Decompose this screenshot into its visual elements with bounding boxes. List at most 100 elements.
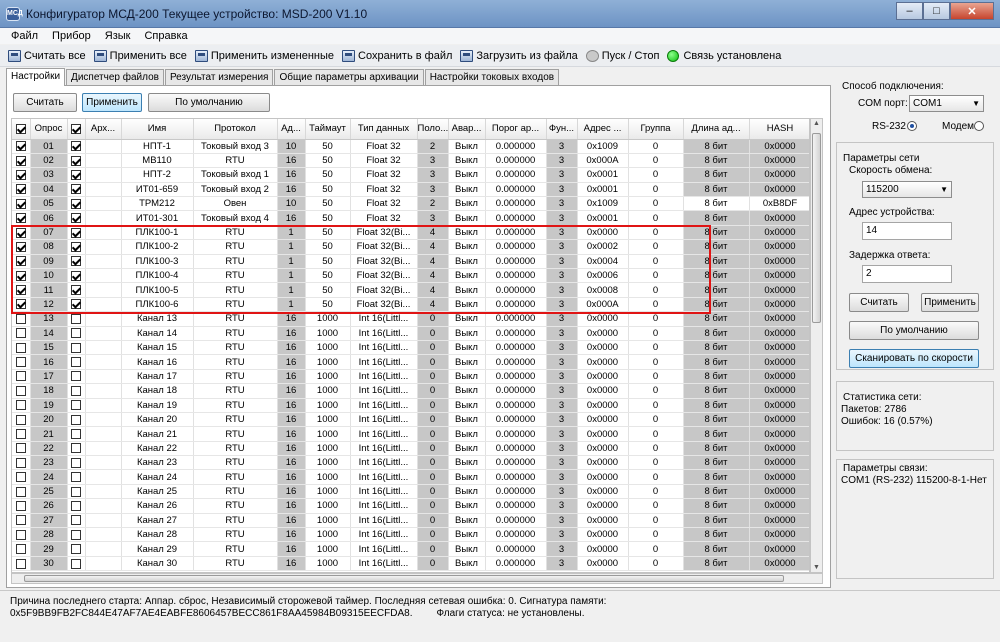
archive-checkbox[interactable] (71, 414, 81, 425)
address-cell[interactable]: 1 (277, 254, 306, 270)
header-name[interactable]: Имя (121, 119, 194, 140)
poll-cell[interactable] (12, 282, 31, 298)
poll-checkbox[interactable] (15, 529, 26, 540)
timeout-cell[interactable]: 50 (305, 196, 351, 212)
data-type-cell[interactable]: Int 16(Littl... (350, 498, 418, 514)
timeout-cell[interactable]: 1000 (305, 541, 351, 557)
archive-cell[interactable] (67, 196, 86, 212)
group-cell[interactable]: 0 (628, 541, 684, 557)
poll-cell[interactable] (12, 469, 31, 485)
address-length-cell[interactable]: 8 бит (683, 513, 750, 529)
table-row[interactable]: 02 МВ110 RTU 16 50 Float 32 3 Выкл 0.000000 3 0x00… (12, 153, 809, 169)
position-cell[interactable]: 3 (417, 167, 449, 183)
protocol-cell[interactable]: RTU (193, 398, 278, 413)
archive-checkbox[interactable] (71, 227, 81, 238)
address-length-cell[interactable]: 8 бит (683, 441, 750, 457)
network-apply-button[interactable]: Применить (921, 293, 979, 312)
table-row[interactable]: 12 ПЛК100-6 RTU 1 50 Float 32(Bi... 4 Выкл 0.000… (12, 297, 809, 313)
poll-cell[interactable] (12, 268, 31, 284)
alarm-cell[interactable]: Выкл (448, 153, 486, 169)
header-timeout[interactable]: Таймаут (305, 119, 351, 140)
archive-checkbox[interactable] (71, 558, 81, 569)
function-cell[interactable]: 3 (546, 311, 578, 327)
address-cell[interactable]: 16 (277, 398, 306, 413)
address-length-cell[interactable]: 8 бит (683, 182, 750, 198)
channel-name-cell[interactable]: ПЛК100-1 (121, 225, 194, 241)
address-cell[interactable]: 16 (277, 311, 306, 327)
address-cell[interactable]: 10 (277, 196, 306, 212)
alarm-cell[interactable]: Выкл (448, 268, 486, 284)
tab-current-inputs[interactable]: Настройки токовых входов (424, 69, 560, 86)
timeout-cell[interactable]: 1000 (305, 311, 351, 327)
timeout-cell[interactable]: 50 (305, 254, 351, 270)
timeout-cell[interactable]: 1000 (305, 383, 351, 399)
timeout-cell[interactable]: 50 (305, 210, 351, 226)
address-cell[interactable]: 16 (277, 383, 306, 399)
group-cell[interactable]: 0 (628, 340, 684, 356)
address-length-cell[interactable]: 8 бит (683, 369, 750, 385)
table-row[interactable]: 18 Канал 18 RTU 16 1000 Int 16(Littl... 0 Выкл 0… (12, 383, 809, 399)
archive-checkbox[interactable] (71, 357, 81, 368)
hash-cell[interactable]: 0x0000 (749, 282, 809, 298)
register-address-cell[interactable]: 0x000A (577, 297, 629, 313)
position-cell[interactable]: 0 (417, 326, 449, 341)
address-cell[interactable]: 16 (277, 527, 306, 543)
threshold-cell[interactable]: 0.000000 (485, 268, 547, 284)
address-cell[interactable]: 16 (277, 498, 306, 514)
alarm-cell[interactable]: Выкл (448, 297, 486, 313)
apply-changed-button[interactable]: Применить измененные (194, 49, 334, 62)
hash-cell[interactable]: 0x0000 (749, 412, 809, 428)
function-cell[interactable]: 3 (546, 484, 578, 500)
group-cell[interactable]: 0 (628, 225, 684, 241)
address-cell[interactable]: 16 (277, 469, 306, 485)
poll-checkbox[interactable] (15, 328, 26, 339)
archive-checkbox[interactable] (71, 529, 81, 540)
timeout-cell[interactable]: 1000 (305, 441, 351, 457)
archive-cell[interactable] (67, 225, 86, 241)
data-type-cell[interactable]: Int 16(Littl... (350, 383, 418, 399)
data-type-cell[interactable]: Int 16(Littl... (350, 426, 418, 442)
archive-cell[interactable] (67, 556, 86, 572)
poll-cell[interactable] (12, 426, 31, 442)
hash-cell[interactable]: 0x0000 (749, 441, 809, 457)
minimize-button[interactable]: – (896, 2, 923, 20)
function-cell[interactable]: 3 (546, 498, 578, 514)
alarm-cell[interactable]: Выкл (448, 167, 486, 183)
function-cell[interactable]: 3 (546, 455, 578, 471)
vertical-scroll-thumb[interactable] (812, 133, 821, 323)
data-type-cell[interactable]: Int 16(Littl... (350, 369, 418, 385)
channel-name-cell[interactable]: Канал 25 (121, 484, 194, 500)
timeout-cell[interactable]: 1000 (305, 398, 351, 413)
position-cell[interactable]: 0 (417, 513, 449, 529)
threshold-cell[interactable]: 0.000000 (485, 527, 547, 543)
register-address-cell[interactable]: 0x0000 (577, 513, 629, 529)
header-alarm[interactable]: Авар... (448, 119, 486, 140)
channel-name-cell[interactable]: ПЛК100-2 (121, 239, 194, 255)
poll-checkbox[interactable] (15, 500, 26, 511)
alarm-cell[interactable]: Выкл (448, 282, 486, 298)
archive-cell[interactable] (67, 541, 86, 557)
response-delay-input[interactable]: 2 (862, 265, 952, 283)
address-cell[interactable]: 10 (277, 139, 306, 154)
channel-name-cell[interactable]: Канал 22 (121, 441, 194, 457)
timeout-cell[interactable]: 50 (305, 268, 351, 284)
table-row[interactable]: 26 Канал 26 RTU 16 1000 Int 16(Littl... 0 Выкл 0… (12, 498, 809, 514)
data-type-cell[interactable]: Int 16(Littl... (350, 340, 418, 356)
address-length-cell[interactable]: 8 бит (683, 167, 750, 183)
timeout-cell[interactable]: 1000 (305, 426, 351, 442)
table-row[interactable]: 01 НПТ-1 Токовый вход 3 10 50 Float 32 2 Выкл 0.… (12, 139, 809, 154)
scroll-up-icon[interactable]: ▲ (813, 120, 820, 127)
threshold-cell[interactable]: 0.000000 (485, 484, 547, 500)
channel-name-cell[interactable]: ПЛК100-3 (121, 254, 194, 270)
protocol-cell[interactable]: RTU (193, 513, 278, 529)
poll-cell[interactable] (12, 225, 31, 241)
archive-checkbox[interactable] (71, 371, 81, 382)
group-cell[interactable]: 0 (628, 527, 684, 543)
archive-checkbox[interactable] (71, 385, 81, 396)
hash-cell[interactable]: 0x0000 (749, 254, 809, 270)
register-address-cell[interactable]: 0x0008 (577, 282, 629, 298)
address-cell[interactable]: 16 (277, 484, 306, 500)
archive-checkbox[interactable] (71, 299, 81, 310)
address-length-cell[interactable]: 8 бит (683, 556, 750, 572)
menu-language[interactable]: Язык (98, 30, 138, 42)
